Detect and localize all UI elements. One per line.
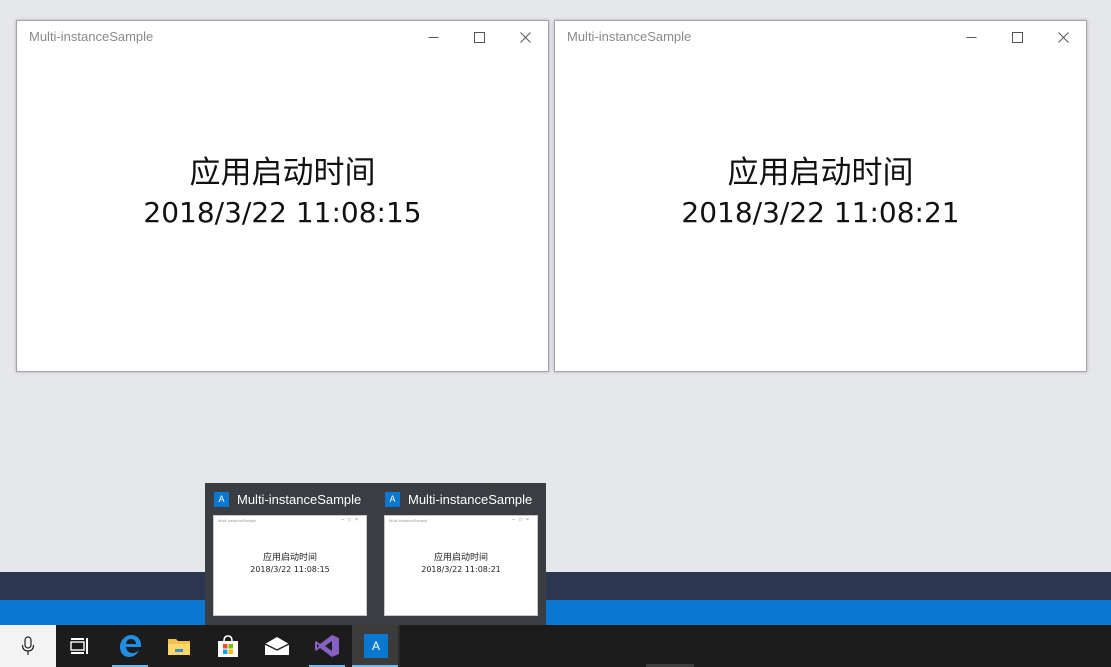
- preview-window-title: Multi-instanceSample: [389, 518, 428, 523]
- task-view-button[interactable]: [56, 625, 104, 667]
- app-window-2[interactable]: Multi-instanceSample 应用启动时间 2018/3/22 11…: [554, 20, 1087, 372]
- preview-heading: 应用启动时间: [433, 553, 488, 563]
- edge-icon: [120, 635, 141, 657]
- launch-timestamp: 2018/3/22 11:08:21: [681, 196, 960, 229]
- thumbnail-preview[interactable]: Multi-instanceSample –□× 应用启动时间 2018/3/2…: [384, 515, 538, 616]
- microphone-icon: [21, 636, 35, 655]
- preview-timestamp: 2018/3/22 11:08:21: [421, 565, 501, 574]
- cortana-search-button[interactable]: [0, 625, 56, 667]
- window-title: Multi-instanceSample: [29, 29, 154, 44]
- maximize-button[interactable]: [456, 21, 502, 53]
- app-window-1[interactable]: Multi-instanceSample 应用启动时间 2018/3/22 11…: [16, 20, 549, 372]
- app-icon: A: [214, 492, 229, 507]
- window-title: Multi-instanceSample: [567, 29, 692, 44]
- preview-caption-buttons-icon: –□×: [512, 517, 533, 523]
- launch-time-heading: 应用启动时间: [189, 155, 376, 191]
- minimize-icon: [966, 36, 976, 38]
- file-explorer-icon: [168, 639, 190, 655]
- minimize-icon: [428, 36, 438, 38]
- preview-heading: 应用启动时间: [262, 553, 317, 563]
- thumbnail-title: Multi-instanceSample: [408, 492, 533, 507]
- maximize-button[interactable]: [994, 21, 1040, 53]
- store-icon: [218, 635, 238, 657]
- close-icon: [519, 31, 531, 43]
- window-content: 应用启动时间 2018/3/22 11:08:15: [17, 153, 548, 233]
- visual-studio-icon: [315, 635, 339, 657]
- preview-content: 应用启动时间 2018/3/22 11:08:21: [385, 553, 537, 575]
- app-icon: A: [364, 634, 388, 658]
- desktop-background-accent-band: [0, 600, 1111, 625]
- window-content: 应用启动时间 2018/3/22 11:08:21: [555, 153, 1086, 233]
- close-button[interactable]: [1040, 21, 1086, 53]
- thumbnail-preview[interactable]: Multi-instanceSample –□× 应用启动时间 2018/3/2…: [213, 515, 367, 616]
- taskbar-multi-instance-app[interactable]: A: [352, 625, 400, 667]
- task-view-icon: [70, 638, 88, 654]
- thumbnail-header: A Multi-instanceSample: [214, 491, 361, 508]
- close-icon: [1057, 31, 1069, 43]
- window-thumbnail-1[interactable]: A Multi-instanceSample Multi-instanceSam…: [205, 483, 375, 625]
- close-button[interactable]: [502, 21, 548, 53]
- taskbar-edge[interactable]: [106, 625, 154, 667]
- maximize-icon: [1011, 31, 1023, 43]
- window-titlebar[interactable]: Multi-instanceSample: [17, 21, 548, 53]
- launch-timestamp: 2018/3/22 11:08:15: [143, 196, 422, 229]
- window-titlebar[interactable]: Multi-instanceSample: [555, 21, 1086, 53]
- taskbar-stack-edge: [398, 625, 400, 667]
- taskbar: A: [0, 625, 1111, 667]
- minimize-button[interactable]: [948, 21, 994, 53]
- preview-timestamp: 2018/3/22 11:08:15: [250, 565, 330, 574]
- maximize-icon: [473, 31, 485, 43]
- mail-icon: [264, 637, 290, 655]
- minimize-button[interactable]: [410, 21, 456, 53]
- window-thumbnail-2[interactable]: A Multi-instanceSample Multi-instanceSam…: [376, 483, 546, 625]
- preview-caption-buttons-icon: –□×: [341, 517, 362, 523]
- launch-time-heading: 应用启动时间: [727, 155, 914, 191]
- thumbnail-title: Multi-instanceSample: [237, 492, 362, 507]
- desktop-background-band: [0, 572, 1111, 600]
- taskbar-file-explorer[interactable]: [155, 625, 203, 667]
- preview-content: 应用启动时间 2018/3/22 11:08:15: [214, 553, 366, 575]
- preview-window-title: Multi-instanceSample: [218, 518, 257, 523]
- app-icon: A: [385, 492, 400, 507]
- taskbar-mail[interactable]: [253, 625, 301, 667]
- thumbnail-header: A Multi-instanceSample: [385, 491, 532, 508]
- taskbar-store[interactable]: [204, 625, 252, 667]
- taskbar-thumbnail-popup: A Multi-instanceSample Multi-instanceSam…: [205, 483, 546, 625]
- taskbar-visual-studio[interactable]: [303, 625, 351, 667]
